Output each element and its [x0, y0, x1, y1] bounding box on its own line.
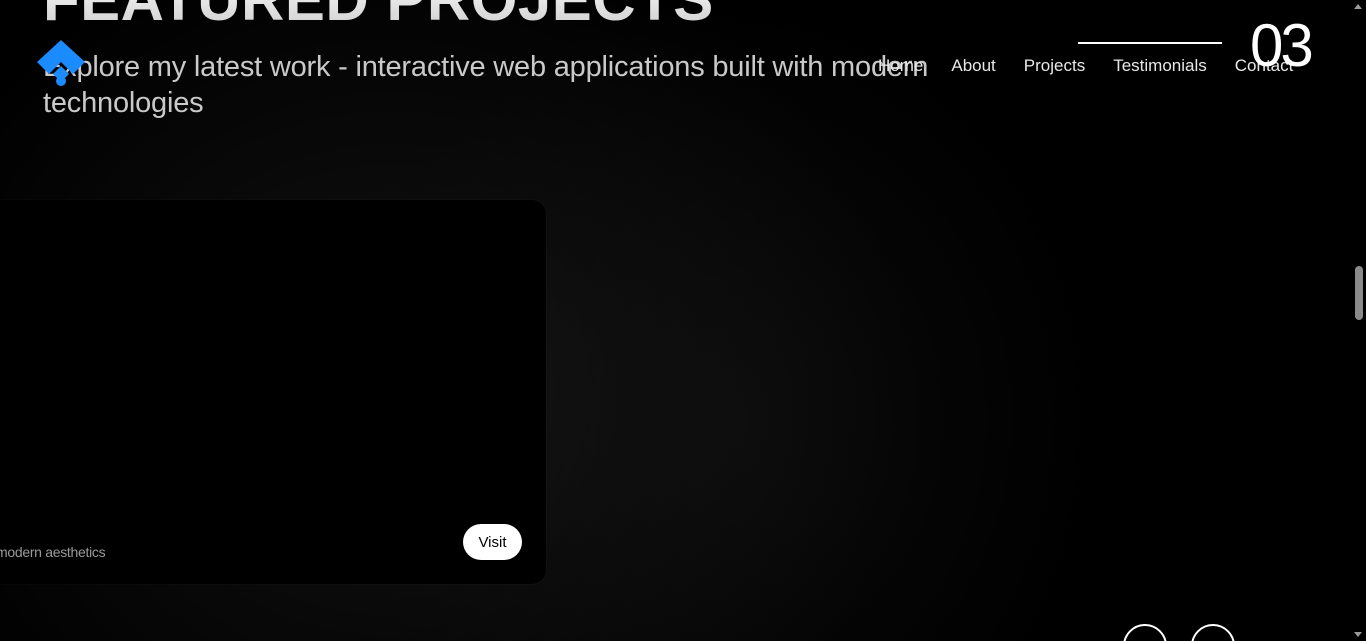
- arrow-left-icon[interactable]: [1123, 624, 1167, 641]
- scroll-up-icon[interactable]: [1354, 4, 1362, 9]
- nav-item-projects[interactable]: Projects: [1024, 56, 1085, 76]
- scrollbar-thumb[interactable]: [1355, 266, 1363, 320]
- scrollbar[interactable]: [1351, 0, 1366, 641]
- project-description: modern aesthetics: [0, 544, 106, 560]
- section-number: 03: [1250, 12, 1314, 79]
- section-subtitle: Explore my latest work - interactive web…: [43, 51, 929, 119]
- section-title: FEATURED PROJECTS: [43, 0, 714, 30]
- nav-item-about[interactable]: About: [951, 56, 995, 76]
- logo-icon[interactable]: [36, 40, 86, 88]
- nav-item-testimonials[interactable]: Testimonials: [1113, 56, 1207, 76]
- arrow-right-icon[interactable]: [1191, 624, 1235, 641]
- main-nav: Home About Projects Testimonials Contact: [878, 56, 1293, 76]
- project-card[interactable]: modern aesthetics Visit: [0, 200, 546, 584]
- page: FEATURED PROJECTS Explore my latest work…: [0, 0, 1366, 641]
- scroll-down-icon[interactable]: [1354, 632, 1362, 637]
- visit-button[interactable]: Visit: [463, 524, 522, 560]
- nav-item-home[interactable]: Home: [878, 56, 923, 76]
- nav-active-indicator: [1078, 42, 1222, 44]
